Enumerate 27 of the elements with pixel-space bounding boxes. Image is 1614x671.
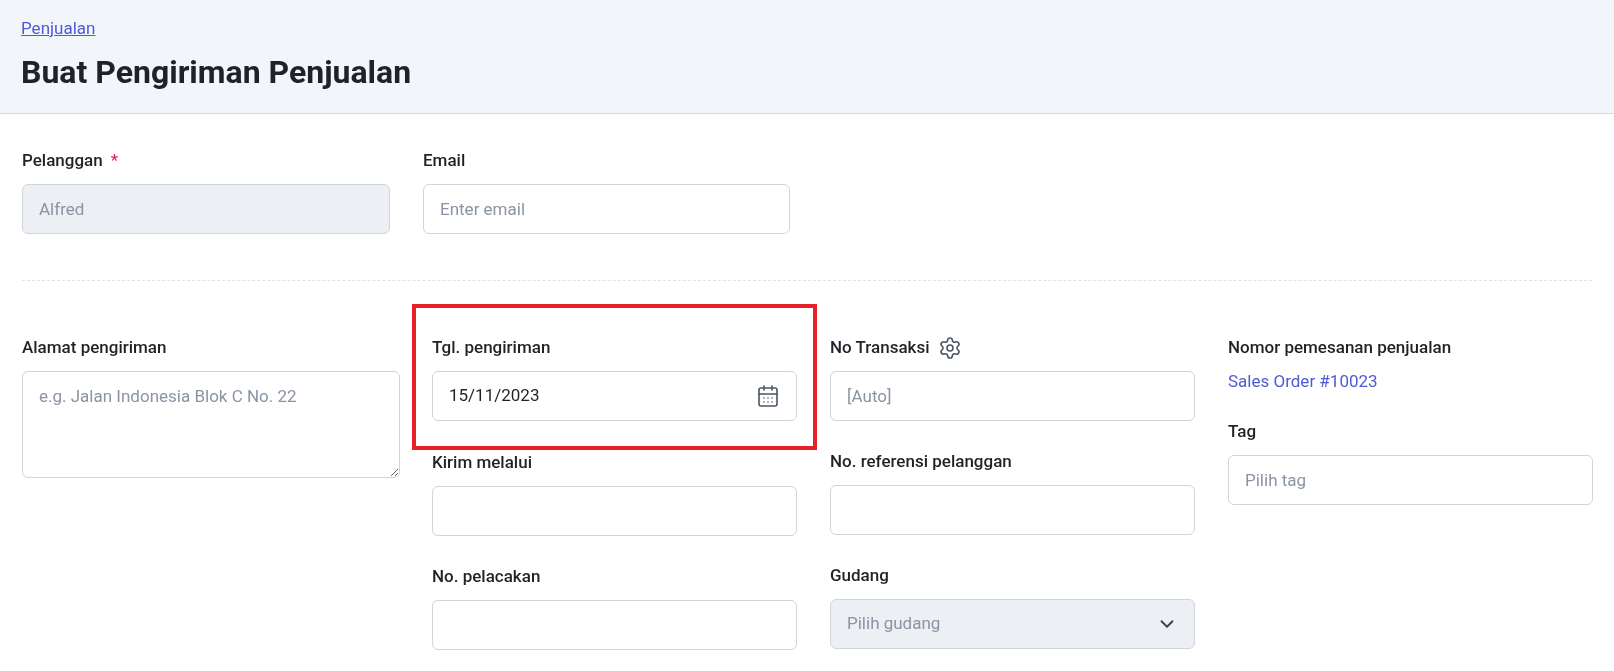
field-label: Tag: [1228, 420, 1257, 444]
date-field[interactable]: 15/11/2023: [432, 371, 797, 421]
input-field[interactable]: [Auto]: [830, 371, 1195, 421]
field-label: No. pelacakan: [432, 565, 541, 589]
field-label: Alamat pengiriman: [22, 336, 167, 360]
calendar-icon[interactable]: [756, 384, 780, 408]
field-label: Kirim melalui: [432, 451, 532, 475]
sales-order-link[interactable]: Sales Order #10023: [1228, 369, 1593, 391]
required-mark: *: [110, 149, 119, 173]
field-label: Email: [423, 149, 466, 173]
field-label: Pelanggan: [22, 149, 103, 173]
input-field[interactable]: Enter email: [423, 184, 790, 234]
breadcrumb-link[interactable]: Penjualan: [21, 18, 96, 38]
field-label: Gudang: [830, 564, 889, 588]
textarea-field[interactable]: e.g. Jalan Indonesia Blok C No. 22: [22, 371, 400, 478]
settings-icon[interactable]: [937, 336, 962, 360]
field-label: No. referensi pelanggan: [830, 450, 1012, 474]
field-label: Tgl. pengiriman: [432, 336, 551, 360]
date-value: 15/11/2023: [449, 384, 540, 408]
input-field[interactable]: Pilih tag: [1228, 455, 1593, 505]
select-placeholder: Pilih gudang: [847, 612, 941, 636]
field-label: Nomor pemesanan penjualan: [1228, 336, 1452, 360]
field-label: No Transaksi: [830, 336, 930, 360]
page-title: Buat Pengiriman Penjualan: [21, 51, 413, 93]
input-field[interactable]: [432, 486, 797, 536]
input-field[interactable]: [432, 600, 797, 650]
input-field[interactable]: [830, 485, 1195, 535]
